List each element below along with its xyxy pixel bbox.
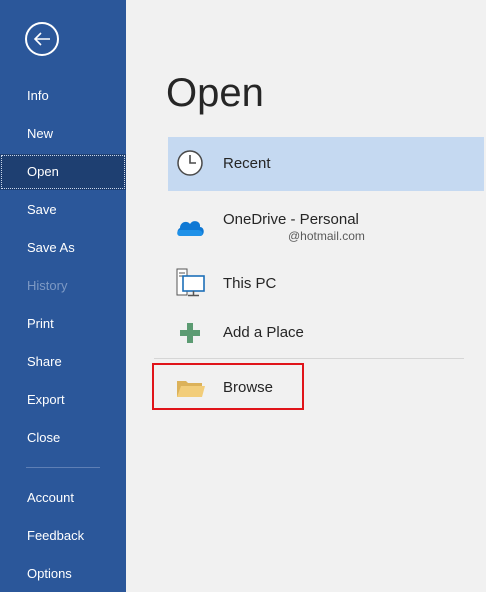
location-browse[interactable]: Browse — [168, 360, 484, 414]
nav-save-as[interactable]: Save As — [0, 230, 126, 266]
plus-icon — [180, 323, 200, 343]
sidebar-divider — [26, 467, 100, 468]
nav-feedback[interactable]: Feedback — [0, 518, 126, 554]
page-title: Open — [166, 71, 264, 115]
section-divider — [154, 358, 464, 359]
nav-save[interactable]: Save — [0, 192, 126, 228]
nav-account[interactable]: Account — [0, 480, 126, 516]
clock-icon — [177, 150, 203, 176]
location-recent[interactable]: Recent — [168, 137, 484, 191]
backstage-sidebar: Info New Open Save Save As History Print… — [0, 0, 126, 592]
nav-new[interactable]: New — [0, 116, 126, 152]
cloud-icon — [177, 221, 204, 236]
location-label: This PC — [223, 275, 277, 292]
folder-icon — [177, 381, 205, 397]
nav-close[interactable]: Close — [0, 420, 126, 456]
nav-share[interactable]: Share — [0, 344, 126, 380]
location-label: Browse — [223, 379, 274, 396]
arrow-left-icon — [33, 32, 50, 46]
location-label: OneDrive - Personal — [223, 211, 359, 228]
nav-export[interactable]: Export — [0, 382, 126, 418]
back-button[interactable] — [25, 22, 59, 56]
nav-open[interactable]: Open — [0, 154, 126, 190]
open-pane: Open Recent OneDrive - Personal @hotmail… — [126, 0, 486, 592]
nav-print[interactable]: Print — [0, 306, 126, 342]
location-this-pc[interactable]: This PC — [168, 256, 484, 310]
location-label: Add a Place — [223, 324, 304, 341]
computer-icon — [176, 268, 205, 297]
location-label: Recent — [223, 155, 271, 172]
nav-history: History — [27, 278, 68, 293]
nav-info[interactable]: Info — [0, 78, 126, 114]
location-onedrive[interactable]: OneDrive - Personal @hotmail.com — [168, 200, 484, 254]
account-email: @hotmail.com — [288, 229, 365, 243]
location-add-place[interactable]: Add a Place — [168, 305, 484, 359]
nav-options[interactable]: Options — [0, 556, 126, 592]
